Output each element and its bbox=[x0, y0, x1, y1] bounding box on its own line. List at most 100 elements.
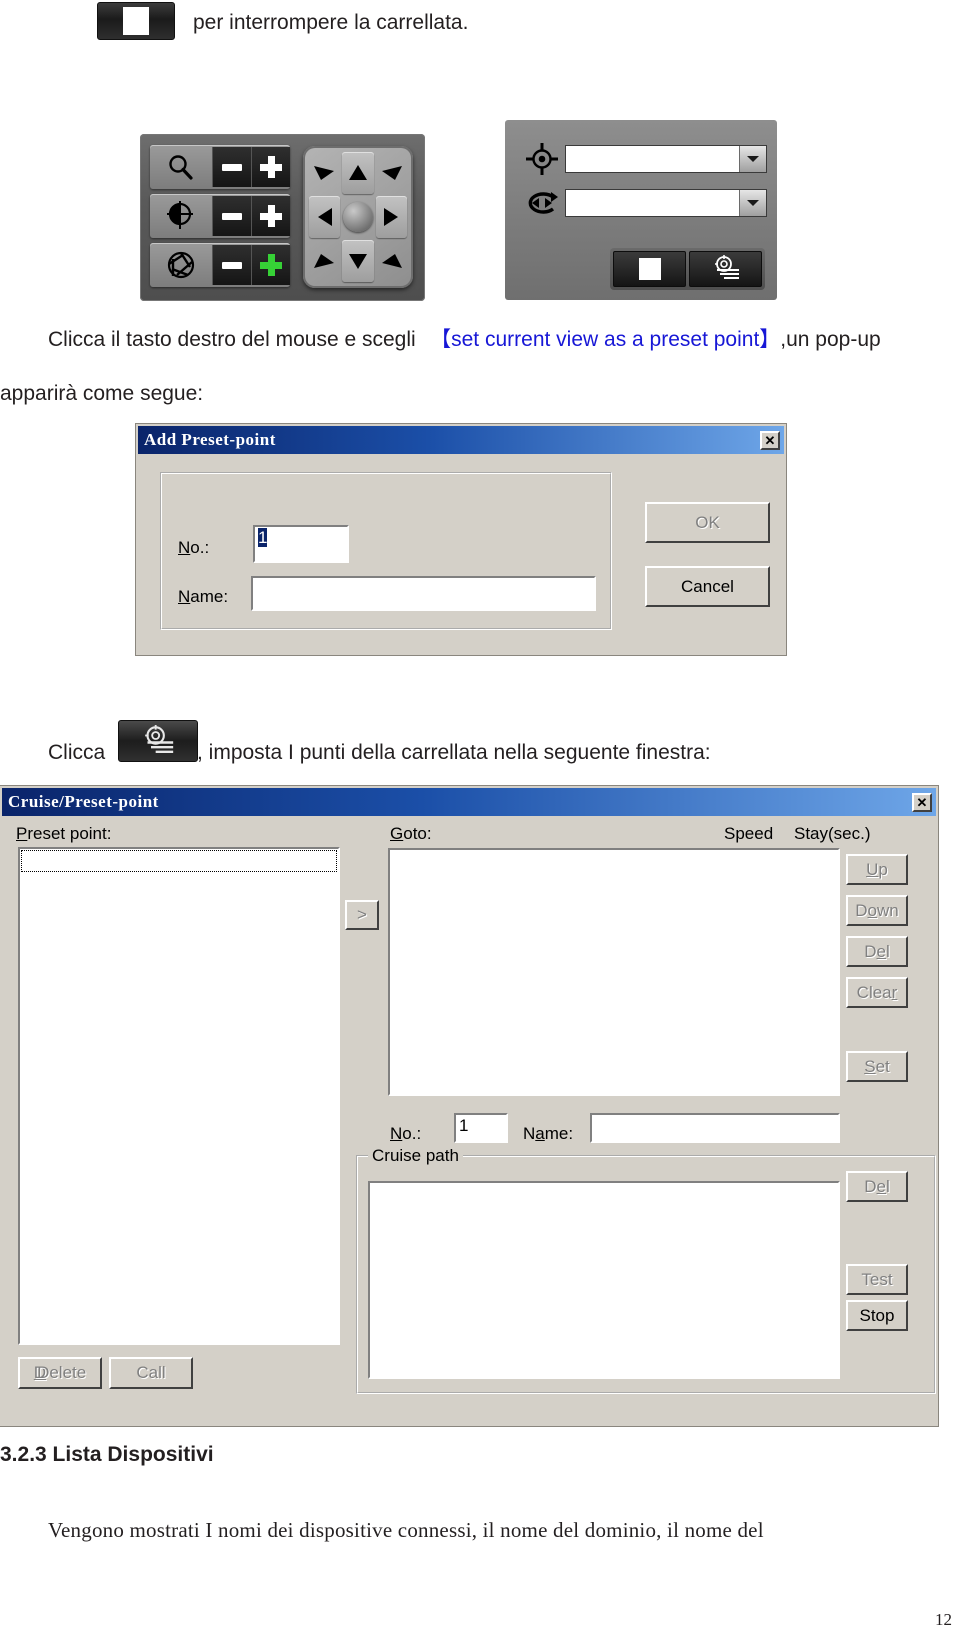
goto-del-label: l bbox=[885, 941, 890, 961]
goto-up-button[interactable]: Up bbox=[846, 854, 908, 885]
cruise-setup-button[interactable] bbox=[689, 251, 762, 287]
goto-label: Goto: bbox=[390, 824, 432, 843]
cruise-select-row bbox=[519, 188, 767, 218]
add-preset-name-input[interactable] bbox=[251, 576, 596, 611]
paragraph-after-text: ,un pop-up bbox=[780, 328, 881, 351]
preset-menu-highlight: 【set current view as a preset point】 bbox=[430, 328, 781, 351]
ptz-control-panel bbox=[140, 134, 425, 301]
focus-minus-button[interactable] bbox=[212, 196, 251, 236]
cruise-no-label: No.: bbox=[390, 1124, 422, 1143]
cruise-path-del-button[interactable]: Del bbox=[846, 1171, 908, 1202]
transfer-right-button[interactable]: > bbox=[345, 900, 379, 930]
speed-column-label: Speed bbox=[724, 824, 774, 843]
preset-call-button[interactable]: Call bbox=[109, 1357, 193, 1389]
paragraph-right-click: Clicca il tasto destro del mouse e scegl… bbox=[48, 327, 881, 353]
cruise-path-combo-value bbox=[566, 190, 739, 216]
ptz-down-right-button[interactable] bbox=[376, 240, 407, 282]
stay-column-label: Stay(sec.) bbox=[794, 824, 871, 843]
add-preset-titlebar[interactable]: Add Preset-point ✕ bbox=[138, 426, 784, 454]
close-icon[interactable]: ✕ bbox=[912, 792, 932, 812]
add-preset-title: Add Preset-point bbox=[144, 430, 276, 449]
preset-target-icon bbox=[519, 142, 565, 176]
add-preset-no-input[interactable]: 1 bbox=[253, 525, 349, 563]
goto-set-button[interactable]: Set bbox=[846, 1051, 908, 1082]
focus-crosshair-icon bbox=[150, 195, 212, 237]
ptz-up-right-button[interactable] bbox=[376, 152, 407, 194]
goto-down-button[interactable]: Do wn bbox=[846, 895, 908, 926]
joystick-center-knob bbox=[342, 202, 373, 232]
add-preset-cancel-button[interactable]: Cancel bbox=[645, 566, 770, 607]
add-preset-point-dialog: Add Preset-point ✕ No.: 1 Name: OK Cance… bbox=[136, 424, 786, 655]
preset-delete-button[interactable]: D Delete bbox=[18, 1357, 102, 1389]
add-preset-no-value: 1 bbox=[258, 528, 268, 547]
cruise-preset-icon bbox=[711, 254, 741, 284]
ptz-iris-row bbox=[150, 243, 290, 287]
paragraph2-before: Clicca bbox=[48, 741, 106, 764]
focus-plus-button[interactable] bbox=[251, 196, 290, 236]
cruise-preset-point-dialog: Cruise/Preset-point ✕ Preset point: D Del… bbox=[0, 786, 938, 1426]
cruise-preset-icon bbox=[140, 724, 176, 758]
goto-clear-button[interactable]: Clea r bbox=[846, 977, 908, 1008]
preset-point-combo[interactable] bbox=[565, 145, 767, 173]
close-icon[interactable]: ✕ bbox=[760, 430, 780, 450]
ptz-right-button[interactable] bbox=[375, 196, 407, 238]
ptz-down-left-button[interactable] bbox=[309, 240, 340, 282]
goto-del-button[interactable]: Del bbox=[846, 936, 908, 967]
paragraph-line2: apparirà come segue: bbox=[0, 382, 204, 405]
cruise-no-value: 1 bbox=[459, 1116, 469, 1135]
iris-aperture-icon bbox=[150, 244, 212, 286]
preset-point-label: Preset point: bbox=[16, 824, 112, 843]
stop-square-icon bbox=[123, 7, 149, 35]
stop-square-icon bbox=[638, 258, 661, 280]
cruise-path-test-button[interactable]: Test bbox=[846, 1264, 908, 1295]
add-preset-name-label: Name: bbox=[178, 587, 229, 606]
paragraph2-after: , imposta I punti della carrellata nella… bbox=[197, 741, 711, 764]
cruise-path-label: Cruise path bbox=[368, 1146, 463, 1166]
cruise-title: Cruise/Preset-point bbox=[8, 792, 159, 811]
paragraph-before-text: Clicca il tasto destro del mouse e scegl… bbox=[48, 328, 416, 351]
ptz-center-stop-button[interactable] bbox=[342, 196, 373, 238]
zoom-plus-button[interactable] bbox=[251, 147, 290, 187]
intro-text: per interrompere la carrellata. bbox=[193, 11, 469, 34]
ptz-down-button[interactable] bbox=[342, 240, 374, 282]
cruise-path-listbox[interactable] bbox=[368, 1181, 840, 1379]
cruise-no-input[interactable]: 1 bbox=[454, 1113, 508, 1143]
iris-plus-button[interactable] bbox=[251, 245, 290, 285]
cruise-name-label: Name: bbox=[523, 1124, 574, 1143]
chevron-down-icon[interactable] bbox=[739, 146, 766, 172]
ptz-focus-row bbox=[150, 194, 290, 238]
page-number: 12 bbox=[935, 1610, 952, 1629]
cruise-path-stop-button[interactable]: Stop bbox=[846, 1300, 908, 1331]
preset-call-label: Call bbox=[136, 1363, 166, 1382]
goto-down-label: wn bbox=[877, 900, 899, 920]
preset-point-listbox[interactable] bbox=[18, 847, 340, 1345]
preset-point-combo-value bbox=[566, 146, 739, 172]
preset-delete-label: Delete bbox=[37, 1363, 87, 1382]
iris-minus-button[interactable] bbox=[212, 245, 251, 285]
cruise-action-bar bbox=[610, 248, 765, 290]
ptz-up-button[interactable] bbox=[342, 152, 374, 194]
cruise-del-label: l bbox=[885, 1176, 890, 1196]
cruise-test-label: Test bbox=[861, 1269, 893, 1289]
preset-point-focus-row[interactable] bbox=[21, 850, 337, 872]
goto-listbox[interactable] bbox=[388, 848, 840, 1096]
cruise-loop-icon bbox=[519, 188, 565, 218]
zoom-minus-button[interactable] bbox=[212, 147, 251, 187]
cruise-stop-label: Stop bbox=[859, 1305, 895, 1325]
add-preset-no-label: No.: bbox=[178, 538, 210, 557]
ptz-direction-pad bbox=[303, 146, 413, 288]
zoom-magnifier-icon bbox=[150, 146, 212, 188]
section-body: Vengono mostrati I nomi dei dispositive … bbox=[48, 1518, 764, 1542]
cruise-setup-button[interactable] bbox=[118, 720, 198, 762]
chevron-down-icon[interactable] bbox=[739, 190, 766, 216]
cruise-name-input[interactable] bbox=[590, 1113, 840, 1143]
ptz-zoom-row bbox=[150, 145, 290, 189]
stop-cruise-button[interactable] bbox=[613, 251, 686, 287]
ptz-lens-rows bbox=[150, 145, 290, 292]
stop-cruise-button[interactable] bbox=[97, 2, 175, 40]
cruise-titlebar[interactable]: Cruise/Preset-point ✕ bbox=[2, 788, 936, 816]
ptz-up-left-button[interactable] bbox=[309, 152, 340, 194]
cruise-path-combo[interactable] bbox=[565, 189, 767, 217]
ptz-left-button[interactable] bbox=[309, 196, 341, 238]
add-preset-ok-button[interactable]: OK bbox=[645, 502, 770, 543]
